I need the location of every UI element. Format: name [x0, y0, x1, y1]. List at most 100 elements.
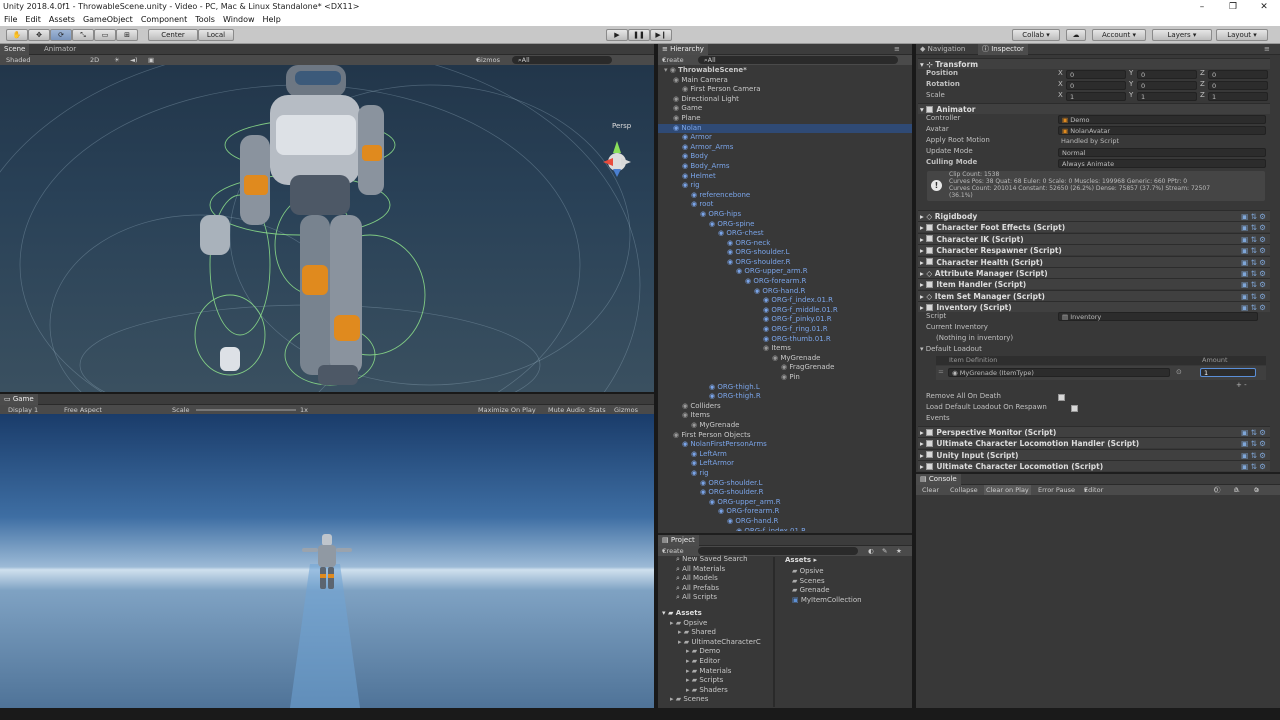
console-editor-dropdown[interactable]: Editor ▾ — [1084, 485, 1103, 495]
component-menu-icon[interactable]: ▣ ⇅ ⚙ — [1241, 234, 1266, 245]
transform-z-field[interactable]: 1 — [1208, 92, 1268, 101]
component-header[interactable]: ▸ ◇ Rigidbody ▣ ⇅ ⚙ — [918, 210, 1270, 221]
hierarchy-item[interactable]: ◉ ORG-thigh.L — [658, 383, 912, 393]
component-menu-icon[interactable]: ▣ ⇅ ⚙ — [1241, 438, 1266, 449]
tab-scene[interactable]: Scene — [0, 44, 30, 55]
add-loadout-item-button[interactable]: + - — [1236, 381, 1247, 389]
component-enabled-checkbox[interactable] — [926, 303, 934, 311]
hierarchy-item[interactable]: ◉ Armor_Arms — [658, 143, 912, 153]
hierarchy-item[interactable]: ◉ First Person Camera — [658, 85, 912, 95]
pause-button[interactable]: ❚❚ — [628, 29, 650, 41]
default-loadout-foldout[interactable]: ▾ Default Loadout — [920, 345, 982, 353]
hierarchy-item[interactable]: ◉ ORG-upper_arm.R — [658, 498, 912, 508]
scene-viewport[interactable]: Persp — [0, 65, 654, 392]
component-menu-icon[interactable]: ▣ ⇅ ⚙ — [1241, 461, 1266, 472]
favorite-icon[interactable]: ★ — [896, 546, 902, 556]
animator-enabled-checkbox[interactable] — [926, 105, 934, 113]
menu-gameobject[interactable]: GameObject — [79, 14, 137, 24]
account-dropdown[interactable]: Account ▾ — [1092, 29, 1146, 41]
hierarchy-item[interactable]: ◉ ORG-f_pinky.01.R — [658, 315, 912, 325]
hierarchy-item[interactable]: ◉ ORG-hips — [658, 210, 912, 220]
component-enabled-checkbox[interactable] — [926, 428, 934, 436]
hierarchy-item[interactable]: ◉ ORG-shoulder.L — [658, 248, 912, 258]
favorite-item[interactable]: ⌕ All Prefabs — [676, 584, 776, 594]
hierarchy-item[interactable]: ◉ ORG-f_middle.01.R — [658, 306, 912, 316]
hierarchy-item[interactable]: ◉ LeftArm — [658, 450, 912, 460]
component-header[interactable]: ▸ Item Handler (Script) ▣ ⇅ ⚙ — [918, 278, 1270, 290]
shading-mode-dropdown[interactable]: Shaded — [6, 55, 30, 65]
transform-z-field[interactable]: 0 — [1208, 81, 1268, 90]
pivot-local-button[interactable]: Local — [198, 29, 234, 41]
component-header[interactable]: ▸ Character IK (Script) ▣ ⇅ ⚙ — [918, 232, 1270, 245]
scale-slider[interactable] — [196, 409, 296, 411]
favorite-item[interactable]: ⌕ All Scripts — [676, 593, 776, 603]
hierarchy-item[interactable]: ◉ Colliders — [658, 402, 912, 412]
hierarchy-item[interactable]: ◉ rig — [658, 181, 912, 191]
item-definition-field[interactable]: ◉ MyGrenade (ItemType) — [948, 368, 1170, 377]
hierarchy-item[interactable]: ◉ MyGrenade — [658, 421, 912, 431]
asset-item[interactable]: ▰ Opsive — [792, 567, 912, 577]
hierarchy-search-input[interactable]: ⌕ All — [698, 56, 898, 64]
component-menu-icon[interactable]: ▣ ⇅ ⚙ — [1241, 450, 1266, 461]
component-menu-icon[interactable]: ▣ ⇅ ⚙ — [1241, 268, 1266, 279]
component-header[interactable]: ▸ Unity Input (Script) ▣ ⇅ ⚙ — [918, 448, 1270, 461]
transform-x-field[interactable]: 0 — [1066, 81, 1126, 90]
menu-component[interactable]: Component — [137, 14, 191, 24]
menu-help[interactable]: Help — [259, 14, 285, 24]
tab-inspector[interactable]: ⓘ Inspector — [978, 44, 1028, 55]
hierarchy-item[interactable]: ◉ First Person Objects — [658, 431, 912, 441]
component-enabled-checkbox[interactable] — [926, 258, 934, 266]
console-collapse-button[interactable]: Collapse — [950, 485, 978, 495]
hierarchy-item[interactable]: ◉ Armor — [658, 133, 912, 143]
project-folder-item[interactable]: ▸ ▰ Shaders — [662, 686, 772, 696]
hierarchy-item[interactable]: ▾ ◉ ThrowableScene* — [658, 66, 912, 76]
console-clear-button[interactable]: Clear — [922, 485, 939, 495]
audio-toggle-icon[interactable]: ◄) — [130, 55, 138, 65]
component-header[interactable]: ▸ Character Foot Effects (Script) ▣ ⇅ ⚙ — [918, 221, 1270, 233]
component-header[interactable]: ▸ ◇ Item Set Manager (Script) ▣ ⇅ ⚙ — [918, 289, 1270, 301]
transform-x-field[interactable]: 1 — [1066, 92, 1126, 101]
hierarchy-item[interactable]: ◉ NolanFirstPersonArms — [658, 440, 912, 450]
console-clear-on-play-button[interactable]: Clear on Play — [984, 485, 1031, 495]
play-button[interactable]: ▶ — [606, 29, 628, 41]
hierarchy-item[interactable]: ◉ root — [658, 200, 912, 210]
loadout-list-row[interactable]: = ◉ MyGrenade (ItemType) ⊙ 1 — [936, 366, 1266, 380]
hierarchy-item[interactable]: ◉ Items — [658, 344, 912, 354]
current-inventory-foldout[interactable]: Current Inventory — [926, 323, 988, 331]
component-header[interactable]: ▸ Ultimate Character Locomotion (Script)… — [918, 460, 1270, 472]
hierarchy-item[interactable]: ◉ Directional Light — [658, 95, 912, 105]
animator-field-value[interactable]: Normal — [1058, 148, 1266, 157]
favorite-item[interactable]: ⌕ New Saved Search — [676, 555, 776, 565]
effects-toggle-icon[interactable]: ▣ — [148, 55, 154, 65]
hierarchy-item[interactable]: ◉ Body_Arms — [658, 162, 912, 172]
animator-field-value[interactable]: Handled by Script — [1058, 137, 1266, 146]
component-enabled-checkbox[interactable] — [926, 280, 934, 288]
tab-game[interactable]: ▭ Game — [0, 394, 38, 405]
project-folder-item[interactable]: ▸ ▰ Opsive — [662, 619, 772, 629]
orientation-gizmo[interactable] — [603, 141, 631, 177]
component-enabled-checkbox[interactable] — [926, 223, 934, 231]
hierarchy-item[interactable]: ◉ referencebone — [658, 191, 912, 201]
hierarchy-item[interactable]: ◉ ORG-f_index.01.R — [658, 296, 912, 306]
hierarchy-item[interactable]: ◉ ORG-upper_arm.R — [658, 267, 912, 277]
component-menu-icon[interactable]: ▣ ⇅ ⚙ — [1241, 279, 1266, 290]
asset-item[interactable]: ▰ Scenes — [792, 577, 912, 587]
hierarchy-item[interactable]: ◉ ORG-neck — [658, 239, 912, 249]
filter-by-label-icon[interactable]: ✎ — [882, 546, 887, 556]
hierarchy-item[interactable]: ◉ Plane — [658, 114, 912, 124]
tab-animator[interactable]: Animator — [40, 44, 80, 55]
close-button[interactable]: ✕ — [1248, 0, 1280, 14]
persp-label[interactable]: Persp — [612, 122, 631, 130]
rotate-tool-icon[interactable]: ⟳ — [50, 29, 72, 41]
layout-dropdown[interactable]: Layout ▾ — [1216, 29, 1268, 41]
component-header[interactable]: ▸ Character Health (Script) ▣ ⇅ ⚙ — [918, 255, 1270, 267]
filter-by-type-icon[interactable]: ◐ — [868, 546, 874, 556]
component-enabled-checkbox[interactable] — [926, 439, 934, 447]
menu-file[interactable]: File — [0, 14, 21, 24]
project-folder-item[interactable]: ▸ ▰ Demo — [662, 647, 772, 657]
hierarchy-item[interactable]: ◉ Game — [658, 104, 912, 114]
animator-field-value[interactable]: Always Animate — [1058, 159, 1266, 168]
scene-gizmos-dropdown[interactable]: Gizmos ▾ — [476, 55, 500, 65]
transform-x-field[interactable]: 0 — [1066, 70, 1126, 79]
project-folder-item[interactable]: ▸ ▰ Shared — [662, 628, 772, 638]
